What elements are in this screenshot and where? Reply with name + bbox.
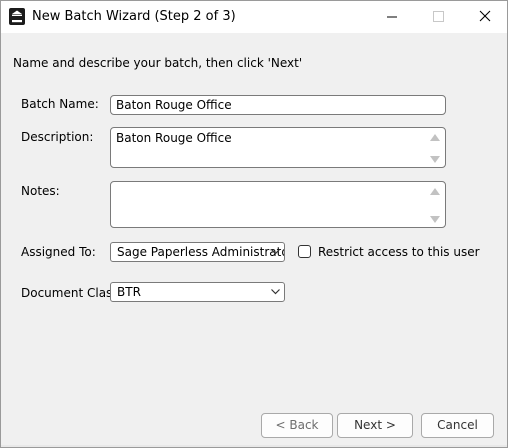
assigned-to-value: Sage Paperless Administrator	[117, 245, 285, 259]
chevron-down-icon	[271, 289, 280, 295]
restrict-access-checkbox[interactable]	[298, 245, 311, 258]
scroll-down-arrow-icon[interactable]	[430, 216, 440, 223]
sage-paperless-icon	[9, 8, 25, 25]
document-class-dropdown[interactable]: BTR	[110, 282, 285, 302]
notes-scrollbar[interactable]	[429, 186, 441, 225]
next-button[interactable]: Next >	[337, 413, 413, 438]
maximize-icon[interactable]	[415, 1, 461, 33]
cancel-button[interactable]: Cancel	[421, 413, 494, 438]
back-button[interactable]: < Back	[261, 413, 333, 438]
assigned-to-label: Assigned To:	[21, 245, 96, 259]
document-class-label: Document Class:	[21, 286, 123, 300]
minimize-icon[interactable]	[369, 1, 415, 33]
notes-label: Notes:	[21, 184, 60, 198]
chevron-down-icon	[271, 249, 280, 255]
scroll-down-arrow-icon[interactable]	[430, 156, 440, 163]
window-title: New Batch Wizard (Step 2 of 3)	[32, 9, 236, 24]
description-textarea[interactable]: Baton Rouge Office	[110, 127, 446, 168]
close-icon[interactable]	[461, 1, 507, 33]
description-label: Description:	[21, 130, 94, 144]
document-class-value: BTR	[117, 285, 141, 299]
restrict-access-label[interactable]: Restrict access to this user	[318, 245, 480, 259]
assigned-to-dropdown[interactable]: Sage Paperless Administrator	[110, 242, 285, 262]
notes-textarea[interactable]	[110, 181, 446, 228]
batch-name-label: Batch Name:	[21, 97, 99, 111]
batch-name-input[interactable]: Baton Rouge Office	[110, 95, 446, 115]
description-scrollbar[interactable]	[429, 132, 441, 165]
new-batch-wizard-dialog: New Batch Wizard (Step 2 of 3) Name and …	[0, 0, 508, 448]
batch-name-value: Baton Rouge Office	[116, 98, 232, 112]
title-bar[interactable]: New Batch Wizard (Step 2 of 3)	[1, 1, 507, 33]
instructions-text: Name and describe your batch, then click…	[13, 56, 303, 70]
scroll-up-arrow-icon[interactable]	[430, 134, 440, 141]
bottom-edge	[1, 445, 507, 447]
description-value: Baton Rouge Office	[116, 131, 232, 145]
scroll-up-arrow-icon[interactable]	[430, 188, 440, 195]
